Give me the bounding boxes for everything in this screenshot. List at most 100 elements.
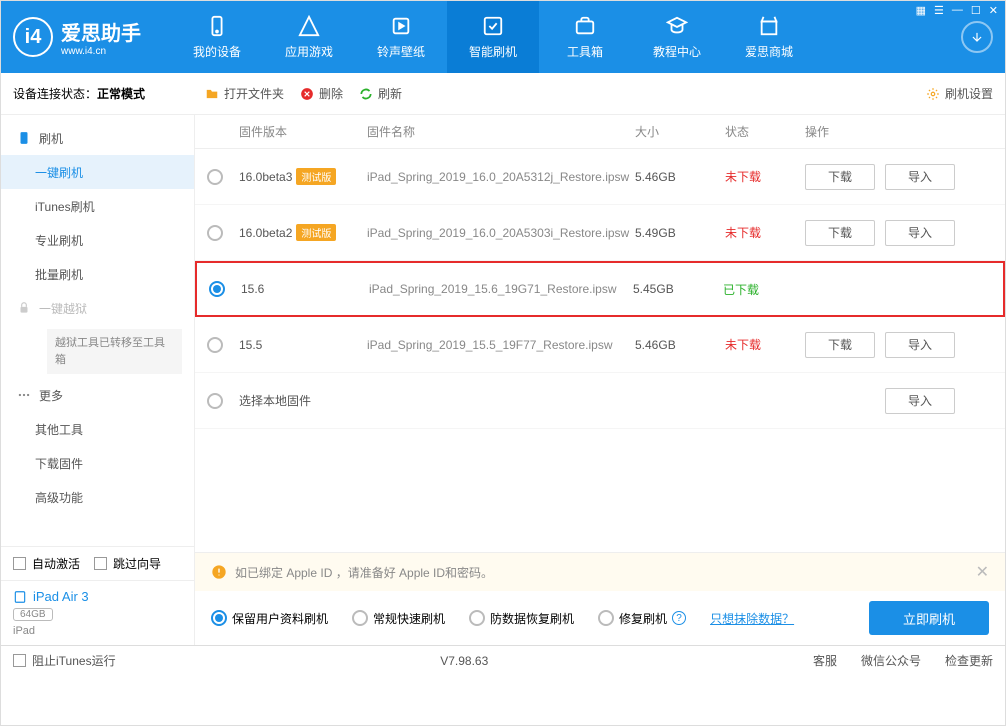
auto-activate-checkbox[interactable]: 自动激活 <box>13 555 80 572</box>
sidebar-advanced[interactable]: 高级功能 <box>1 480 194 514</box>
opt-repair[interactable]: 修复刷机? <box>598 610 686 627</box>
sidebar-flash[interactable]: 刷机 <box>1 121 194 155</box>
row-radio[interactable] <box>207 169 223 185</box>
cell-name: iPad_Spring_2019_16.0_20A5303i_Restore.i… <box>367 226 635 240</box>
skip-guide-checkbox[interactable]: 跳过向导 <box>94 555 161 572</box>
firmware-row[interactable]: 16.0beta3测试版 iPad_Spring_2019_16.0_20A53… <box>195 149 1005 205</box>
download-button[interactable]: 下载 <box>805 332 875 358</box>
footer-wechat[interactable]: 微信公众号 <box>861 652 921 669</box>
cell-size: 5.46GB <box>635 170 725 184</box>
cell-name: iPad_Spring_2019_16.0_20A5312j_Restore.i… <box>367 170 635 184</box>
nav-toolbox[interactable]: 工具箱 <box>539 1 631 73</box>
top-nav: 我的设备 应用游戏 铃声壁纸 智能刷机 工具箱 教程中心 爱思商城 <box>171 1 961 73</box>
cell-status: 已下载 <box>723 281 803 298</box>
footer-update[interactable]: 检查更新 <box>945 652 993 669</box>
main-panel: 固件版本 固件名称 大小 状态 操作 16.0beta3测试版 iPad_Spr… <box>195 115 1005 645</box>
cell-status: 未下载 <box>725 168 805 185</box>
cell-version: 15.5 <box>235 338 367 352</box>
status-prefix: 设备连接状态： <box>13 87 97 101</box>
device-name[interactable]: iPad Air 3 <box>13 589 182 604</box>
import-button[interactable]: 导入 <box>885 388 955 414</box>
cell-size: 5.46GB <box>635 338 725 352</box>
open-folder-button[interactable]: 打开文件夹 <box>205 85 284 102</box>
row-radio[interactable] <box>207 225 223 241</box>
close-icon[interactable]: ✕ <box>989 4 998 17</box>
cell-name: iPad_Spring_2019_15.6_19G71_Restore.ipsw <box>369 282 633 296</box>
sidebar-other-tools[interactable]: 其他工具 <box>1 412 194 446</box>
flash-now-button[interactable]: 立即刷机 <box>869 601 989 635</box>
device-storage: 64GB <box>13 608 53 621</box>
beta-badge: 测试版 <box>296 168 336 185</box>
sidebar-jailbreak: 一键越狱 <box>1 291 194 325</box>
opt-keep-data[interactable]: 保留用户资料刷机 <box>211 610 328 627</box>
nav-ringtones[interactable]: 铃声壁纸 <box>355 1 447 73</box>
sidebar-oneclick-flash[interactable]: 一键刷机 <box>1 155 194 189</box>
maximize-icon[interactable]: ☐ <box>971 4 981 17</box>
col-status: 状态 <box>725 123 805 140</box>
subheader: 设备连接状态：正常模式 打开文件夹 删除 刷新 刷机设置 <box>1 73 1005 115</box>
col-name: 固件名称 <box>367 123 635 140</box>
firmware-row[interactable]: 15.6 iPad_Spring_2019_15.6_19G71_Restore… <box>195 261 1005 317</box>
menu-icon[interactable]: ☰ <box>934 4 944 17</box>
minimize-icon[interactable]: — <box>952 4 963 17</box>
logo: i4 爱思助手 www.i4.cn <box>13 17 141 57</box>
firmware-row[interactable]: 15.5 iPad_Spring_2019_15.5_19F77_Restore… <box>195 317 1005 373</box>
import-button[interactable]: 导入 <box>885 332 955 358</box>
notice-text: 如已绑定 Apple ID ，请准备好 Apple ID和密码。 <box>235 564 493 581</box>
device-info: iPad Air 3 64GB iPad <box>1 580 194 645</box>
row-radio[interactable] <box>207 337 223 353</box>
jailbreak-notice: 越狱工具已转移至工具箱 <box>47 329 182 374</box>
logo-icon: i4 <box>13 17 53 57</box>
cell-name: iPad_Spring_2019_15.5_19F77_Restore.ipsw <box>367 338 635 352</box>
logo-title: 爱思助手 <box>61 17 141 46</box>
firmware-row[interactable]: 16.0beta2测试版 iPad_Spring_2019_16.0_20A53… <box>195 205 1005 261</box>
nav-my-device[interactable]: 我的设备 <box>171 1 263 73</box>
notice-bar: 如已绑定 Apple ID ，请准备好 Apple ID和密码。 ✕ <box>195 553 1005 591</box>
nav-apps[interactable]: 应用游戏 <box>263 1 355 73</box>
delete-button[interactable]: 删除 <box>300 85 343 102</box>
nav-flash[interactable]: 智能刷机 <box>447 1 539 73</box>
col-action: 操作 <box>805 123 1005 140</box>
nav-tutorials[interactable]: 教程中心 <box>631 1 723 73</box>
sidebar-download-firmware[interactable]: 下载固件 <box>1 446 194 480</box>
sidebar-batch-flash[interactable]: 批量刷机 <box>1 257 194 291</box>
download-button[interactable]: 下载 <box>805 220 875 246</box>
row-radio[interactable] <box>207 393 223 409</box>
footer-support[interactable]: 客服 <box>813 652 837 669</box>
table-header: 固件版本 固件名称 大小 状态 操作 <box>195 115 1005 149</box>
grid-icon[interactable]: ▦ <box>916 4 926 17</box>
cell-local-firmware: 选择本地固件 <box>235 392 635 409</box>
sidebar-more[interactable]: 更多 <box>1 378 194 412</box>
header-dropdown[interactable] <box>961 21 993 53</box>
header: i4 爱思助手 www.i4.cn 我的设备 应用游戏 铃声壁纸 智能刷机 工具… <box>1 1 1005 73</box>
erase-link[interactable]: 只想抹除数据？ <box>710 610 794 627</box>
col-size: 大小 <box>635 123 725 140</box>
nav-store[interactable]: 爱思商城 <box>723 1 815 73</box>
help-icon[interactable]: ? <box>672 611 686 625</box>
download-button[interactable]: 下载 <box>805 164 875 190</box>
row-radio[interactable] <box>209 281 225 297</box>
notice-close-icon[interactable]: ✕ <box>976 562 989 582</box>
cell-version: 16.0beta2测试版 <box>235 224 367 241</box>
cell-size: 5.45GB <box>633 282 723 296</box>
status-value: 正常模式 <box>97 87 145 101</box>
opt-normal[interactable]: 常规快速刷机 <box>352 610 445 627</box>
beta-badge: 测试版 <box>296 224 336 241</box>
flash-settings-button[interactable]: 刷机设置 <box>926 85 993 102</box>
opt-anti-recover[interactable]: 防数据恢复刷机 <box>469 610 574 627</box>
cell-status: 未下载 <box>725 336 805 353</box>
cell-version: 15.6 <box>237 282 369 296</box>
logo-subtitle: www.i4.cn <box>61 46 141 57</box>
cell-version: 16.0beta3测试版 <box>235 168 367 185</box>
footer: 阻止iTunes运行 V7.98.63 客服 微信公众号 检查更新 <box>1 645 1005 675</box>
import-button[interactable]: 导入 <box>885 164 955 190</box>
version-label: V7.98.63 <box>440 654 488 668</box>
local-firmware-row[interactable]: 选择本地固件 导入 <box>195 373 1005 429</box>
sidebar-itunes-flash[interactable]: iTunes刷机 <box>1 189 194 223</box>
import-button[interactable]: 导入 <box>885 220 955 246</box>
block-itunes-checkbox[interactable]: 阻止iTunes运行 <box>13 652 116 669</box>
col-version: 固件版本 <box>235 123 367 140</box>
device-type: iPad <box>13 625 182 637</box>
refresh-button[interactable]: 刷新 <box>359 85 402 102</box>
sidebar-pro-flash[interactable]: 专业刷机 <box>1 223 194 257</box>
